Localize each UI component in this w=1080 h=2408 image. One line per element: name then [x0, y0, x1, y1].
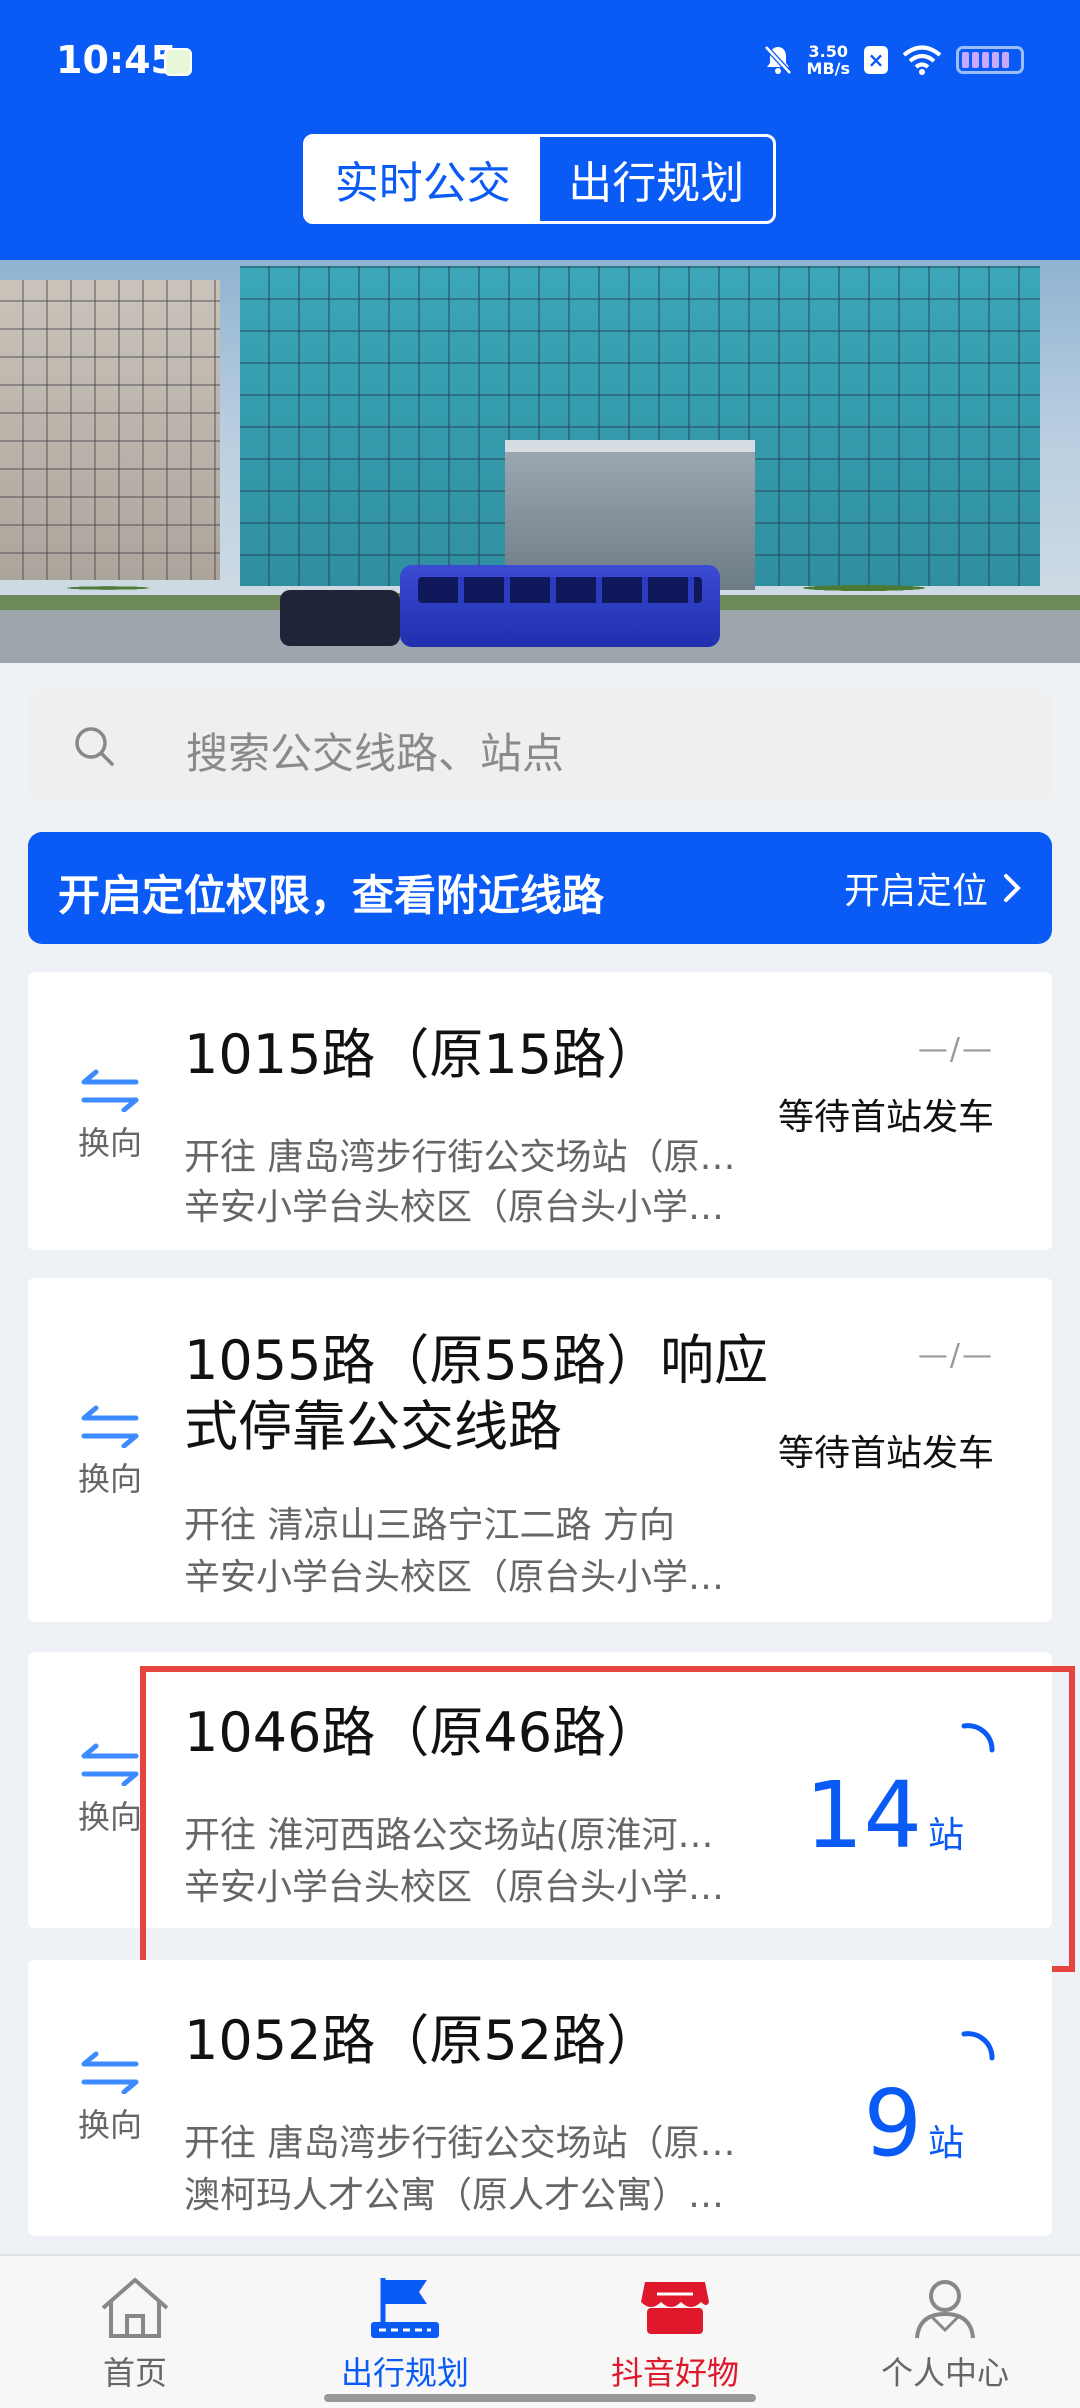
mode-switch: 实时公交 出行规划 — [303, 134, 776, 224]
swap-direction-button[interactable]: 换向 — [70, 2050, 150, 2146]
nav-trip-planning[interactable]: 出行规划 — [270, 2256, 540, 2408]
home-icon — [101, 2278, 169, 2338]
swap-label: 换向 — [77, 1124, 142, 1162]
home-indicator[interactable] — [324, 2394, 756, 2402]
tab-trip-planning[interactable]: 出行规划 — [540, 137, 774, 221]
x-icon: × — [864, 46, 888, 74]
route-name-line1: 1055路（原55路）响应 — [184, 1329, 769, 1392]
swap-label: 换向 — [77, 1460, 142, 1498]
enable-location-label: 开启定位 — [843, 871, 988, 912]
route-destination: 开往 唐岛湾步行街公交场站（原… — [184, 1137, 736, 1178]
swap-arrows-icon — [81, 2051, 139, 2094]
swap-arrows-icon — [81, 1069, 139, 1112]
route-card-1052[interactable]: 换向 1052路（原52路） 开往 唐岛湾步行街公交场站（原… 澳柯玛人才公寓（… — [28, 1960, 1052, 2236]
swap-label: 换向 — [77, 2106, 142, 2144]
stops-unit: 站 — [927, 2123, 964, 2164]
location-prompt-text: 开启定位权限，查看附近线路 — [58, 871, 605, 920]
flag-route-icon — [371, 2278, 439, 2338]
nav-home-label: 首页 — [102, 2354, 167, 2392]
nav-douyin-goods-label: 抖音好物 — [610, 2354, 739, 2392]
status-time: 10:45 — [56, 38, 177, 82]
route-current-stop: 辛安小学台头校区（原台头小学… — [184, 1187, 725, 1228]
net-speed: 3.50 MB/s — [807, 43, 850, 77]
nav-home[interactable]: 首页 — [0, 2256, 270, 2408]
route-name-line2: 式停靠公交线路 — [184, 1395, 562, 1458]
chevron-right-icon — [1004, 874, 1021, 902]
swap-direction-button[interactable]: 换向 — [70, 1742, 150, 1838]
nav-profile-label: 个人中心 — [880, 2354, 1009, 2392]
route-name: 1015路（原15路） — [184, 1023, 661, 1086]
banner-building-left — [0, 280, 220, 580]
stops-away: 9 站 — [863, 2070, 964, 2177]
swap-direction-button[interactable]: 换向 — [70, 1068, 150, 1164]
route-destination: 开往 唐岛湾步行街公交场站（原… — [184, 2123, 736, 2164]
banner-van — [280, 590, 400, 646]
location-permission-bar[interactable]: 开启定位权限，查看附近线路 开启定位 — [28, 832, 1052, 944]
route-card-1055[interactable]: 换向 1055路（原55路）响应 式停靠公交线路 开往 清凉山三路宁江二路 方向… — [28, 1278, 1052, 1622]
tab-realtime-bus[interactable]: 实时公交 — [306, 137, 540, 221]
stops-count: 9 — [863, 2070, 922, 2177]
route-card-1015[interactable]: 换向 1015路（原15路） 开往 唐岛湾步行街公交场站（原… 辛安小学台头校区… — [28, 972, 1052, 1250]
banner-bus — [400, 565, 720, 647]
mute-icon — [763, 45, 792, 75]
swap-arrows-icon — [81, 1405, 139, 1448]
route-name: 1052路（原52路） — [184, 2009, 661, 2072]
enable-location-button[interactable]: 开启定位 — [844, 862, 1022, 914]
status-icons: 3.50 MB/s × — [763, 40, 1024, 80]
swap-direction-button[interactable]: 换向 — [70, 1404, 150, 1500]
status-bar: 10:45 3.50 MB/s × — [0, 0, 1080, 126]
net-speed-unit: MB/s — [806, 59, 850, 78]
battery-icon — [956, 46, 1024, 74]
shop-icon — [641, 2282, 709, 2334]
search-icon — [75, 727, 114, 766]
search-bar[interactable]: 搜索公交线路、站点 — [28, 690, 1052, 802]
bottom-nav: 首页 出行规划 抖音好物 个人中心 — [0, 2254, 1080, 2408]
arrival-placeholder: —/— — [917, 1032, 994, 1067]
person-icon — [915, 2280, 975, 2339]
route-destination: 开往 清凉山三路宁江二路 方向 — [184, 1505, 675, 1546]
app-header: 10:45 3.50 MB/s × 实时公交 出行规划 — [0, 0, 1080, 260]
loading-spinner-icon — [961, 2031, 995, 2061]
route-status: 等待首站发车 — [777, 1433, 994, 1474]
app-notification-icon — [164, 48, 192, 76]
nav-trip-planning-label: 出行规划 — [340, 2354, 469, 2392]
wifi-icon — [902, 45, 942, 75]
highlight-box — [140, 1666, 1075, 1972]
net-speed-value: 3.50 — [808, 42, 848, 61]
route-current-stop: 澳柯玛人才公寓（原人才公寓）… — [184, 2175, 725, 2216]
search-placeholder: 搜索公交线路、站点 — [186, 729, 565, 778]
nav-douyin-goods[interactable]: 抖音好物 — [540, 2256, 810, 2408]
banner-image[interactable] — [0, 260, 1080, 663]
arrival-placeholder: —/— — [917, 1338, 994, 1373]
nav-profile[interactable]: 个人中心 — [810, 2256, 1080, 2408]
route-current-stop: 辛安小学台头校区（原台头小学… — [184, 1557, 725, 1598]
swap-label: 换向 — [77, 1798, 142, 1836]
route-status: 等待首站发车 — [777, 1097, 994, 1138]
swap-arrows-icon — [81, 1743, 139, 1786]
